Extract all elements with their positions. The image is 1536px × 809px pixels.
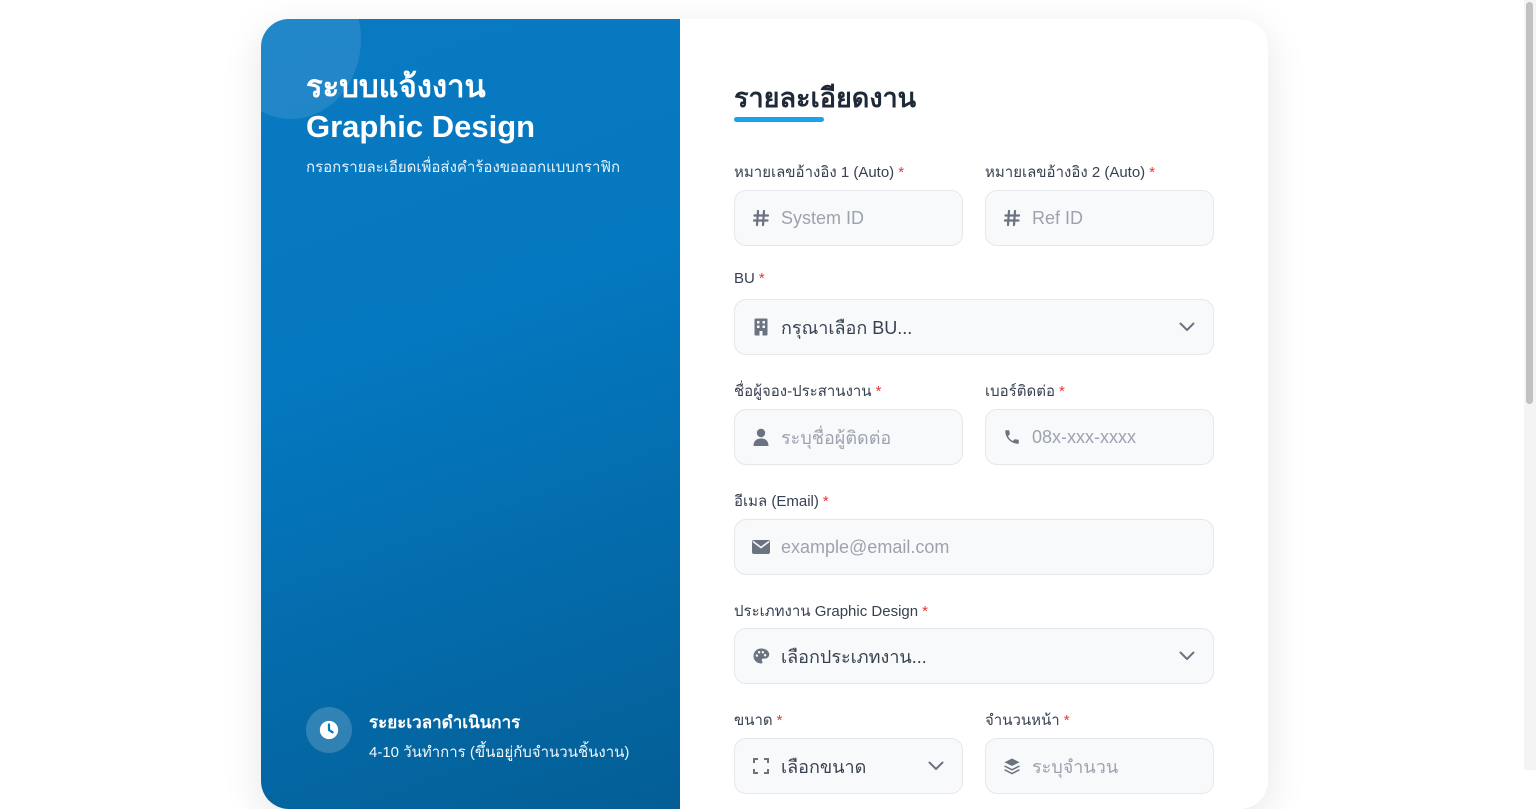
- ref2-placeholder: Ref ID: [1032, 207, 1084, 228]
- form-card: ระบบแจ้งงาน Graphic Design กรอกรายละเอีย…: [261, 19, 1268, 809]
- phone-icon: [1003, 428, 1021, 446]
- size-select[interactable]: เลือกขนาด: [734, 738, 963, 794]
- job-type-select[interactable]: เลือกประเภทงาน...: [734, 628, 1214, 684]
- contact-name-input[interactable]: ระบุชื่อผู้ติดต่อ: [734, 409, 963, 465]
- hash-icon: [752, 209, 770, 227]
- email-label: อีเมล (Email) *: [734, 493, 829, 510]
- email-placeholder: example@email.com: [781, 536, 950, 557]
- pages-label: จำนวนหน้า *: [985, 712, 1070, 729]
- title-underline: [734, 117, 824, 122]
- ref1-placeholder: System ID: [781, 207, 865, 228]
- building-icon: [752, 318, 770, 336]
- duration-detail: 4-10 วันทำการ (ขึ้นอยู่กับจำนวนชิ้นงาน): [369, 744, 630, 761]
- scrollbar-thumb[interactable]: [1526, 2, 1533, 404]
- ref1-label: หมายเลขอ้างอิง 1 (Auto) *: [734, 164, 905, 181]
- bu-selected-value: กรุณาเลือก BU...: [781, 317, 913, 338]
- contact-name-label: ชื่อผู้จอง-ประสานงาน *: [734, 383, 882, 400]
- title-line-2: Graphic Design: [306, 109, 536, 144]
- chevron-down-icon: [1179, 651, 1195, 661]
- page-title: ระบบแจ้งงาน Graphic Design: [306, 67, 666, 147]
- section-title: รายละเอียดงาน: [734, 83, 917, 113]
- form-panel: รายละเอียดงาน หมายเลขอ้างอิง 1 (Auto) * S…: [680, 19, 1268, 809]
- page-subtitle: กรอกรายละเอียดเพื่อส่งคำร้องขอออกแบบกราฟ…: [306, 159, 621, 176]
- phone-input[interactable]: 08x-xxx-xxxx: [985, 409, 1214, 465]
- phone-placeholder: 08x-xxx-xxxx: [1032, 426, 1137, 447]
- palette-icon: [752, 647, 770, 665]
- info-panel: ระบบแจ้งงาน Graphic Design กรอกรายละเอีย…: [261, 19, 680, 809]
- page-scrollbar[interactable]: [1524, 0, 1536, 770]
- job-type-selected-value: เลือกประเภทงาน...: [781, 646, 927, 667]
- bu-select[interactable]: กรุณาเลือก BU...: [734, 299, 1214, 355]
- clock-icon: [306, 707, 352, 753]
- chevron-down-icon: [1179, 322, 1195, 332]
- ref1-input[interactable]: System ID: [734, 190, 963, 246]
- layers-icon: [1003, 757, 1021, 775]
- envelope-icon: [752, 540, 770, 554]
- job-type-label: ประเภทงาน Graphic Design *: [734, 603, 928, 620]
- pages-input[interactable]: ระบุจำนวน: [985, 738, 1214, 794]
- duration-info: ระยะเวลาดำเนินการ 4-10 วันทำการ (ขึ้นอยู…: [306, 707, 629, 764]
- user-icon: [752, 428, 770, 446]
- title-line-1: ระบบแจ้งงาน: [306, 69, 486, 104]
- size-selected-value: เลือกขนาด: [781, 756, 867, 777]
- pages-placeholder: ระบุจำนวน: [1032, 756, 1119, 777]
- duration-title: ระยะเวลาดำเนินการ: [369, 713, 521, 732]
- hash-icon: [1003, 209, 1021, 227]
- bu-label: BU *: [734, 270, 765, 287]
- expand-icon: [752, 758, 770, 774]
- contact-name-placeholder: ระบุชื่อผู้ติดต่อ: [781, 427, 892, 448]
- size-label: ขนาด *: [734, 712, 783, 729]
- ref2-input[interactable]: Ref ID: [985, 190, 1214, 246]
- phone-label: เบอร์ติดต่อ *: [985, 383, 1065, 400]
- email-field[interactable]: example@email.com: [734, 519, 1214, 575]
- ref2-label: หมายเลขอ้างอิง 2 (Auto) *: [985, 164, 1156, 181]
